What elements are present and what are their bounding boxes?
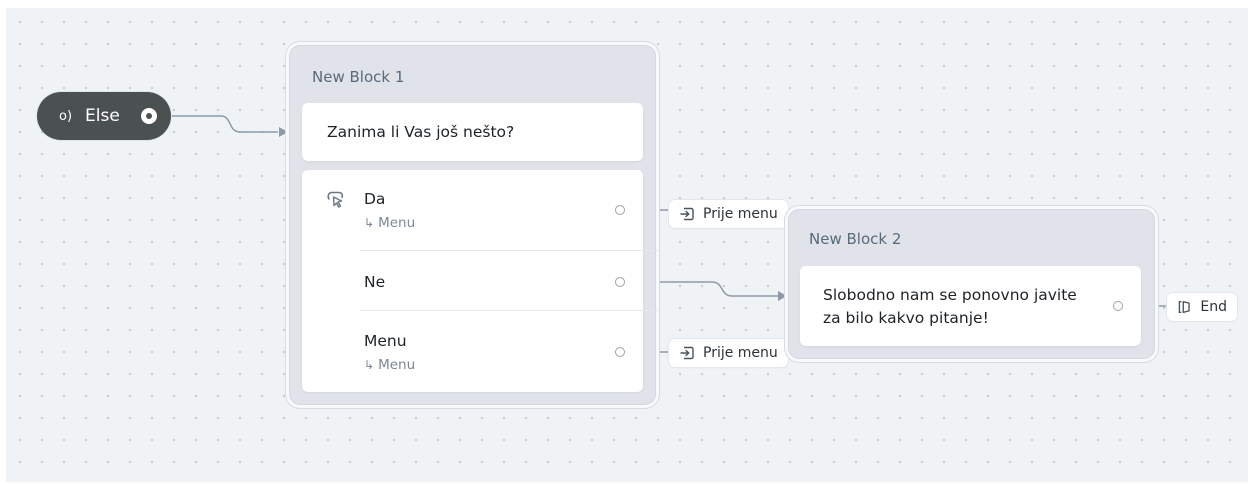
start-node-output-port[interactable]: [141, 108, 157, 124]
divider: [360, 310, 658, 311]
jump-pill-label: Prije menu: [703, 206, 778, 222]
jump-pill-prije-menu[interactable]: Prije menu: [669, 200, 788, 228]
message-output-port[interactable]: [1113, 301, 1123, 311]
signal-icon: o): [59, 108, 73, 124]
jump-to-icon: [680, 207, 694, 221]
jump-to-icon: [680, 346, 694, 360]
choice-label: Menu: [364, 332, 407, 350]
start-node-else[interactable]: o) Else: [37, 92, 171, 140]
question-card[interactable]: Zanima li Vas još nešto?: [302, 103, 643, 161]
jump-pill-label: Prije menu: [703, 345, 778, 361]
block-new-block-1[interactable]: New Block 1 Zanima li Vas još nešto? Da …: [290, 46, 658, 404]
block-title: New Block 2: [809, 230, 902, 248]
divider: [360, 250, 658, 251]
pointer-select-icon: [327, 191, 344, 208]
message-line-2: za bilo kakvo pitanje!: [823, 309, 989, 327]
choice-sub-link: ↳ Menu: [364, 215, 415, 231]
end-pill-label: End: [1200, 299, 1227, 315]
choices-card[interactable]: Da ↳ Menu Ne Menu ↳ Menu: [302, 170, 658, 392]
choice-sub-label: Menu: [378, 215, 416, 231]
choice-label: Ne: [364, 273, 386, 291]
choice-label: Da: [364, 190, 386, 208]
return-arrow-icon: ↳: [364, 216, 375, 230]
message-line-1: Slobodno nam se ponovno javite: [823, 286, 1077, 304]
question-text: Zanima li Vas još nešto?: [327, 123, 515, 141]
end-pill[interactable]: End: [1167, 293, 1237, 321]
choice-output-port[interactable]: [615, 347, 625, 357]
block-title: New Block 1: [312, 68, 405, 86]
return-arrow-icon: ↳: [364, 358, 375, 372]
choice-sub-link: ↳ Menu: [364, 357, 415, 373]
choice-sub-label: Menu: [378, 357, 416, 373]
choice-output-port[interactable]: [615, 277, 625, 287]
end-flag-icon: [1178, 301, 1190, 313]
message-card[interactable]: Slobodno nam se ponovno javite za bilo k…: [800, 266, 1141, 346]
start-node-label: Else: [85, 106, 120, 126]
choice-output-port[interactable]: [615, 205, 625, 215]
block-new-block-2[interactable]: New Block 2 Slobodno nam se ponovno javi…: [789, 210, 1154, 358]
jump-pill-prije-menu[interactable]: Prije menu: [669, 339, 788, 367]
